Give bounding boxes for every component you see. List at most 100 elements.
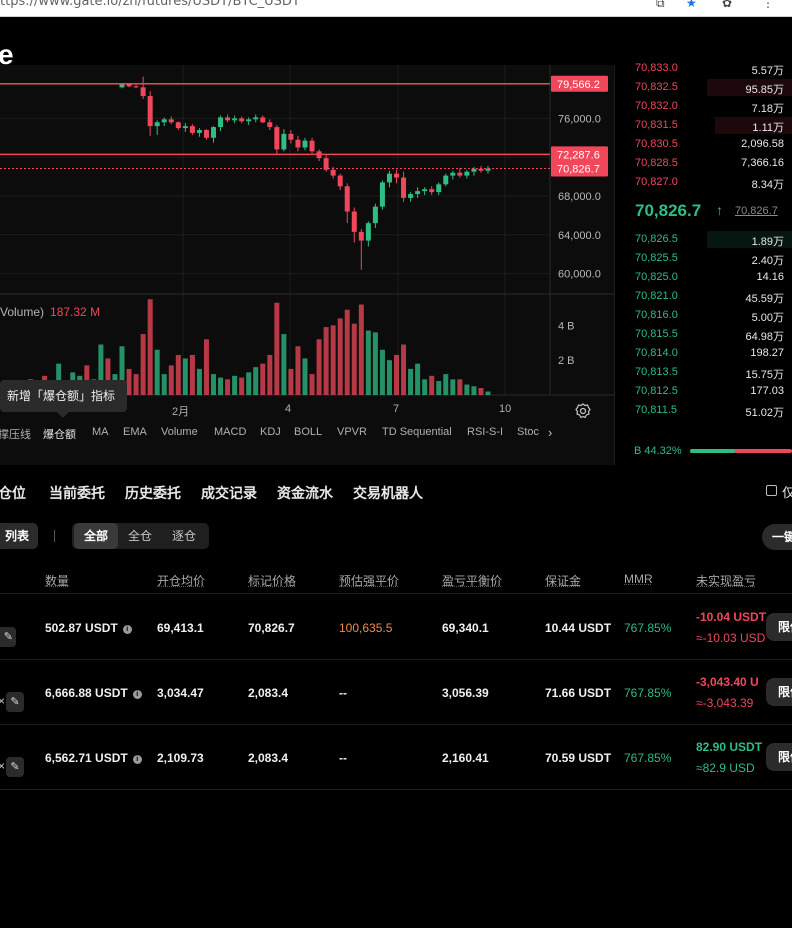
volume-bar	[485, 391, 491, 395]
candle-body	[309, 140, 315, 152]
candle-body	[295, 139, 301, 148]
edit-icon[interactable]: ✎	[6, 757, 24, 777]
close-icon[interactable]: ×	[0, 759, 5, 773]
bid-row[interactable]: 70,813.5 15.75万	[622, 363, 792, 382]
ask-row[interactable]: 70,831.5 1.11万	[622, 116, 792, 135]
segment-all[interactable]: 全部	[74, 523, 118, 549]
extension-icon[interactable]: ✿	[722, 0, 732, 10]
volume-bar	[450, 379, 456, 395]
indicator-ma[interactable]: MA	[92, 426, 109, 438]
candle-body	[422, 189, 428, 192]
edit-icon[interactable]: ✎	[6, 692, 24, 712]
ob-price: 70,816.0	[635, 309, 678, 321]
volume-bar	[323, 327, 329, 395]
bid-row[interactable]: 70,814.0 198.27	[622, 344, 792, 363]
table-row[interactable]: ✎ 502.87 USDT i 69,413.1 70,826.7 100,635…	[0, 595, 792, 660]
only-current-checkbox[interactable]	[766, 485, 777, 496]
mark-price[interactable]: 70,826.7	[735, 205, 778, 217]
volume-bar	[239, 377, 245, 395]
row-breakeven: 69,340.1	[442, 621, 489, 635]
candle-body	[154, 122, 160, 127]
indicator-kdj[interactable]: KDJ	[260, 426, 281, 438]
volume-bar	[401, 344, 407, 395]
ask-row[interactable]: 70,830.5 2,096.58	[622, 135, 792, 154]
tab-trade-history[interactable]: 成交记录	[201, 483, 257, 503]
bid-row[interactable]: 70,826.5 1.89万	[622, 230, 792, 249]
buy-ratio-label: B 44.32%	[634, 445, 682, 457]
bid-row[interactable]: 70,825.0 14.16	[622, 268, 792, 287]
table-row[interactable]: × ✎ 6,666.88 USDT i 3,034.47 2,083.4 -- 3…	[0, 660, 792, 725]
close-icon[interactable]: ×	[0, 694, 5, 708]
price-tag: 70,826.7	[557, 164, 600, 176]
row-qty-value: 6,562.71 USDT	[45, 751, 128, 765]
bottom-tabs: 仓位 当前委托 历史委托 成交记录 资金流水 交易机器人	[0, 474, 792, 510]
candle-body	[330, 169, 336, 176]
volume-bar	[415, 363, 421, 395]
limit-close-button[interactable]: 限价	[766, 678, 792, 706]
tab-order-history[interactable]: 历史委托	[125, 483, 181, 503]
indicator-stoch[interactable]: Stoc	[517, 426, 539, 438]
candle-body	[168, 119, 174, 123]
col-qty: 数量	[45, 574, 70, 588]
translate-icon[interactable]: ⧉	[656, 0, 665, 11]
info-icon[interactable]: i	[132, 755, 142, 764]
indicator-rsi[interactable]: RSI-S-I	[467, 426, 503, 438]
candle-body	[288, 133, 294, 140]
indicator-vpvr[interactable]: VPVR	[337, 426, 367, 438]
ask-row[interactable]: 70,832.0 7.18万	[622, 97, 792, 116]
candle-body	[182, 126, 188, 129]
bid-row[interactable]: 70,815.5 64.98万	[622, 325, 792, 344]
ask-row[interactable]: 70,832.5 95.85万	[622, 78, 792, 97]
indicator-macd[interactable]: MACD	[214, 426, 246, 438]
tab-positions[interactable]: 仓位	[0, 483, 26, 503]
price-tag: 72,287.6	[557, 149, 600, 161]
volume-bar	[379, 349, 385, 395]
bid-row[interactable]: 70,816.0 5.00万	[622, 306, 792, 325]
chevron-right-icon[interactable]: ›	[548, 425, 552, 440]
candle-body	[401, 177, 407, 198]
bid-row[interactable]: 70,812.5 177.03	[622, 382, 792, 401]
indicator-support[interactable]: 撑压线	[0, 426, 31, 442]
ask-row[interactable]: 70,833.0 5.57万	[622, 59, 792, 78]
info-icon[interactable]: i	[122, 625, 132, 634]
indicator-ema[interactable]: EMA	[123, 426, 147, 438]
edit-icon[interactable]: ✎	[0, 627, 16, 647]
browser-address-bar[interactable]: ttps://www.gate.io/zh/futures/USDT/BTC_U…	[0, 0, 792, 17]
volume-bar	[394, 354, 399, 395]
ask-row[interactable]: 70,827.0 8.34万	[622, 173, 792, 192]
indicator-td-sequential[interactable]: TD Sequential	[382, 426, 452, 438]
limit-close-button[interactable]: 限价	[766, 613, 792, 641]
indicator-boll[interactable]: BOLL	[294, 426, 322, 438]
col-liq-price: 预估强平价	[339, 574, 400, 588]
info-icon[interactable]: i	[132, 690, 142, 699]
bookmark-star-icon[interactable]: ★	[686, 0, 697, 10]
menu-icon[interactable]: ⋮	[762, 0, 774, 10]
volume-bar	[408, 368, 414, 395]
segment-isolated[interactable]: 逐仓	[162, 523, 206, 549]
indicator-volume[interactable]: Volume	[161, 426, 198, 438]
limit-close-button[interactable]: 限价	[766, 743, 792, 771]
chart-settings-icon[interactable]	[574, 402, 592, 420]
bid-row[interactable]: 70,821.0 45.59万	[622, 287, 792, 306]
tab-open-orders[interactable]: 当前委托	[49, 483, 105, 503]
tab-funding-flow[interactable]: 资金流水	[277, 483, 333, 503]
ob-price: 70,813.5	[635, 366, 678, 378]
list-view-button[interactable]: 列表	[0, 523, 38, 549]
indicator-liquidation[interactable]: 爆仓额	[43, 426, 76, 442]
segment-cross[interactable]: 全仓	[118, 523, 162, 549]
table-row[interactable]: × ✎ 6,562.71 USDT i 2,109.73 2,083.4 -- 2…	[0, 725, 792, 790]
bid-row[interactable]: 70,825.5 2.40万	[622, 249, 792, 268]
row-mmr: 767.85%	[624, 621, 672, 635]
chart-panel[interactable]: 76,000.072,000.068,000.064,000.060,000.0…	[0, 65, 615, 465]
price-tag: 79,566.2	[557, 79, 600, 91]
candle-body	[267, 122, 273, 128]
candle-body	[443, 175, 449, 185]
volume-bar	[218, 377, 224, 395]
url-text[interactable]: ttps://www.gate.io/zh/futures/USDT/BTC_U…	[0, 0, 300, 9]
close-all-button[interactable]: 一键	[762, 524, 792, 550]
ask-row[interactable]: 70,828.5 7,366.16	[622, 154, 792, 173]
ob-qty: 15.75万	[745, 369, 784, 381]
tab-trading-bots[interactable]: 交易机器人	[353, 483, 423, 503]
volume-bar	[302, 358, 308, 395]
bid-row[interactable]: 70,811.5 51.02万	[622, 401, 792, 420]
